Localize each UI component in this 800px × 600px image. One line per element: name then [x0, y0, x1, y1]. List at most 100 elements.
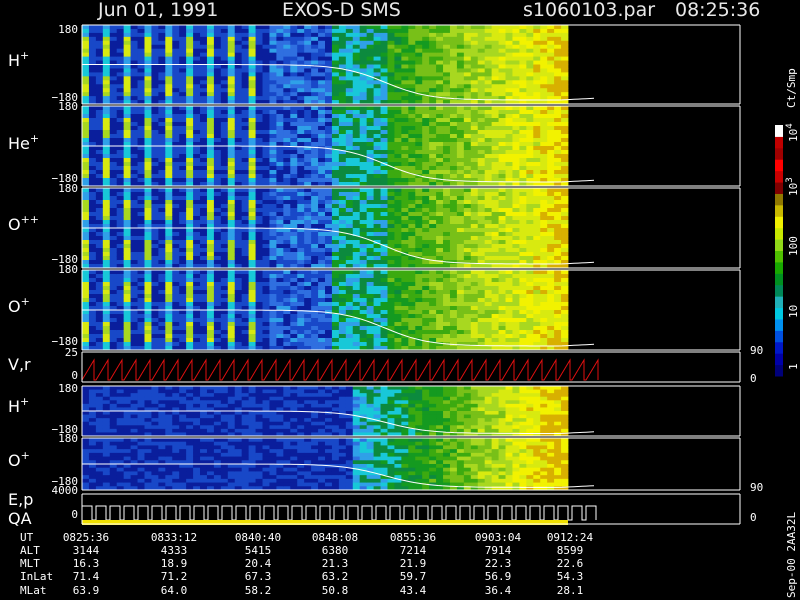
spectrogram-cell [241, 52, 250, 57]
spectrogram-cell [526, 200, 534, 205]
spectrogram-cell [109, 196, 118, 201]
spectrogram-cell [144, 188, 152, 193]
spectrogram-cell [401, 166, 409, 171]
spectrogram-cell [505, 48, 513, 54]
spectrogram-cell [116, 158, 125, 163]
spectrogram-cell [297, 256, 305, 261]
spectrogram-cell [512, 114, 520, 119]
spectrogram-cell [241, 256, 250, 261]
spectrogram-cell [394, 200, 402, 205]
spectrogram-cell [422, 134, 430, 139]
spectrogram-cell [338, 302, 347, 307]
spectrogram-cell [179, 92, 187, 97]
spectrogram-cell [318, 126, 326, 131]
spectrogram-cell [547, 36, 555, 42]
spectrogram-cell [498, 110, 506, 115]
spectrogram-cell [116, 76, 125, 81]
spectrogram-cell [109, 270, 118, 275]
spectrogram-cell [269, 118, 277, 123]
spectrogram-cell [318, 130, 326, 135]
spectrogram-cell [331, 154, 340, 159]
spectrogram-cell [200, 76, 208, 81]
spectrogram-cell [331, 240, 340, 245]
spectrogram-cell [227, 256, 236, 261]
spectrogram-cell [165, 88, 173, 93]
spectrogram-cell [526, 196, 534, 201]
spectrogram-cell [165, 260, 173, 265]
spectrogram-cell [526, 122, 534, 127]
spectrogram-cell [380, 146, 388, 151]
spectrogram-cell [158, 338, 166, 343]
spectrogram-cell [144, 92, 152, 97]
spectrogram-cell [123, 48, 131, 54]
spectrogram-cell [408, 142, 416, 147]
spectrogram-cell [484, 64, 493, 69]
spectrogram-cell [429, 60, 437, 65]
spectrogram-cell [262, 52, 270, 57]
spectrogram-cell [193, 48, 201, 54]
spectrogram-cell [151, 232, 159, 237]
spectrogram-cell [318, 166, 326, 171]
spectrogram-cell [449, 64, 458, 69]
spectrogram-cell [345, 32, 354, 38]
spectrogram-cell [82, 114, 90, 119]
spectrogram-cell [380, 126, 388, 131]
spectrogram-cell [338, 114, 347, 119]
spectrogram-cell [200, 248, 208, 253]
spectrogram-cell [352, 256, 361, 261]
spectrogram-cell [248, 158, 256, 163]
spectrogram-cell [151, 25, 159, 30]
spectrogram-cell [325, 106, 333, 111]
spectrogram-cell [297, 298, 305, 303]
spectrogram-cell [200, 208, 208, 213]
spectrogram-cell [290, 286, 298, 291]
spectrogram-cell [318, 212, 326, 217]
spectrogram-cell [449, 188, 458, 193]
spectrogram-cell [130, 236, 138, 241]
spectrogram-cell [200, 126, 208, 131]
spectrogram-cell [540, 40, 548, 46]
spectrogram-cell [491, 44, 499, 50]
spectrogram-cell [200, 240, 208, 245]
spectrogram-cell [290, 52, 298, 57]
spectrogram-cell [505, 174, 513, 179]
spectrogram-cell [234, 170, 243, 175]
spectrogram-cell [234, 166, 243, 171]
spectrogram-cell [137, 302, 145, 307]
spectrogram-cell [165, 270, 173, 275]
spectrogram-cell [95, 134, 104, 139]
spectrogram-cell [262, 178, 270, 183]
spectrogram-cell [276, 28, 284, 34]
spectrogram-cell [151, 294, 159, 299]
spectrogram-cell [102, 298, 111, 303]
spectrogram-cell [262, 274, 270, 279]
spectrogram-cell [387, 150, 395, 155]
spectrogram-cell [325, 48, 333, 54]
spectrogram-cell [311, 170, 319, 175]
spectrogram-cell [193, 294, 201, 299]
spectrogram-cell [533, 220, 541, 225]
spectrogram-cell [88, 84, 97, 89]
spectrogram-cell [325, 224, 333, 229]
spectrogram-cell [116, 170, 125, 175]
spectrogram-cell [533, 212, 541, 217]
spectrogram-cell [290, 166, 298, 171]
spectrogram-cell [561, 76, 569, 81]
spectrogram-cell [408, 244, 416, 249]
spectrogram-cell [144, 220, 152, 225]
spectrogram-cell [311, 286, 319, 291]
spectrogram-cell [88, 310, 97, 315]
spectrogram-cell [213, 96, 222, 101]
spectrogram-cell [130, 196, 138, 201]
spectrogram-cell [130, 48, 138, 54]
spectrogram-cell [88, 106, 97, 111]
spectrogram-cell [477, 76, 486, 81]
spectrogram-cell [158, 138, 166, 143]
spectrogram-cell [422, 36, 430, 42]
spectrogram-cell [193, 220, 201, 225]
spectrogram-cell [172, 64, 180, 69]
spectrogram-cell [269, 154, 277, 159]
spectrogram-cell [443, 25, 451, 30]
spectrogram-cell [540, 48, 548, 54]
spectrogram-cell [109, 174, 118, 179]
